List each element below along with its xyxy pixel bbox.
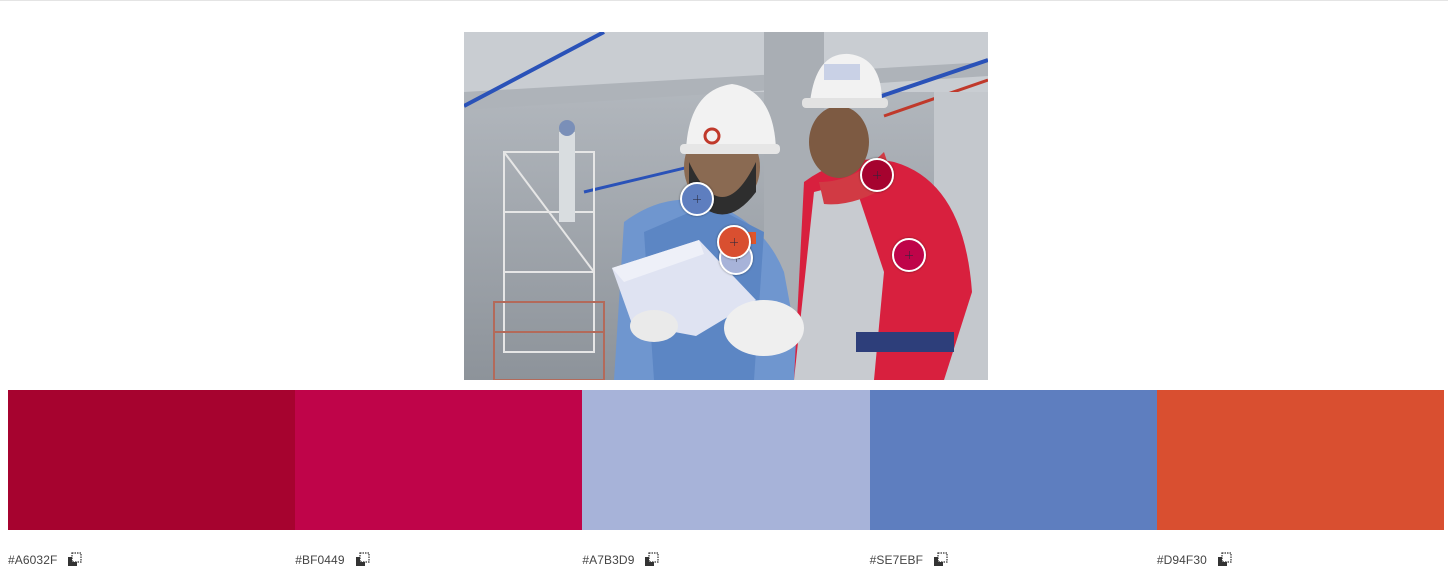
palette-swatch[interactable] — [8, 390, 296, 530]
palette-labels: #A6032F #BF0449 #A7B3D9 #SE7EBF #D94F30 — [8, 550, 1444, 570]
palette-strip — [8, 390, 1445, 530]
copy-icon[interactable] — [933, 552, 949, 568]
crosshair-icon — [873, 171, 881, 179]
copy-icon[interactable] — [1217, 552, 1233, 568]
copy-icon[interactable] — [355, 552, 371, 568]
crosshair-icon — [693, 195, 701, 203]
color-picker-handle[interactable] — [717, 225, 751, 259]
palette-label: #D94F30 — [1157, 550, 1444, 570]
hex-code[interactable]: #SE7EBF — [870, 553, 923, 567]
palette-swatch[interactable] — [1156, 390, 1445, 530]
hex-code[interactable]: #D94F30 — [1157, 553, 1207, 567]
hex-code[interactable]: #A7B3D9 — [582, 553, 634, 567]
palette-label: #SE7EBF — [870, 550, 1157, 570]
color-picker-handle[interactable] — [892, 238, 926, 272]
photo-illustration — [464, 32, 988, 380]
color-picker-handle[interactable] — [860, 158, 894, 192]
palette-swatch[interactable] — [869, 390, 1157, 530]
palette-swatch[interactable] — [582, 390, 870, 530]
palette-swatch[interactable] — [295, 390, 583, 530]
crosshair-icon — [730, 238, 738, 246]
top-divider — [0, 0, 1448, 1]
copy-icon[interactable] — [67, 552, 83, 568]
copy-icon[interactable] — [644, 552, 660, 568]
palette-label: #BF0449 — [295, 550, 582, 570]
palette-label: #A6032F — [8, 550, 295, 570]
crosshair-icon — [905, 251, 913, 259]
color-picker-handle[interactable] — [680, 182, 714, 216]
hex-code[interactable]: #BF0449 — [295, 553, 344, 567]
hex-code[interactable]: #A6032F — [8, 553, 57, 567]
source-photo — [464, 32, 988, 380]
palette-label: #A7B3D9 — [582, 550, 869, 570]
